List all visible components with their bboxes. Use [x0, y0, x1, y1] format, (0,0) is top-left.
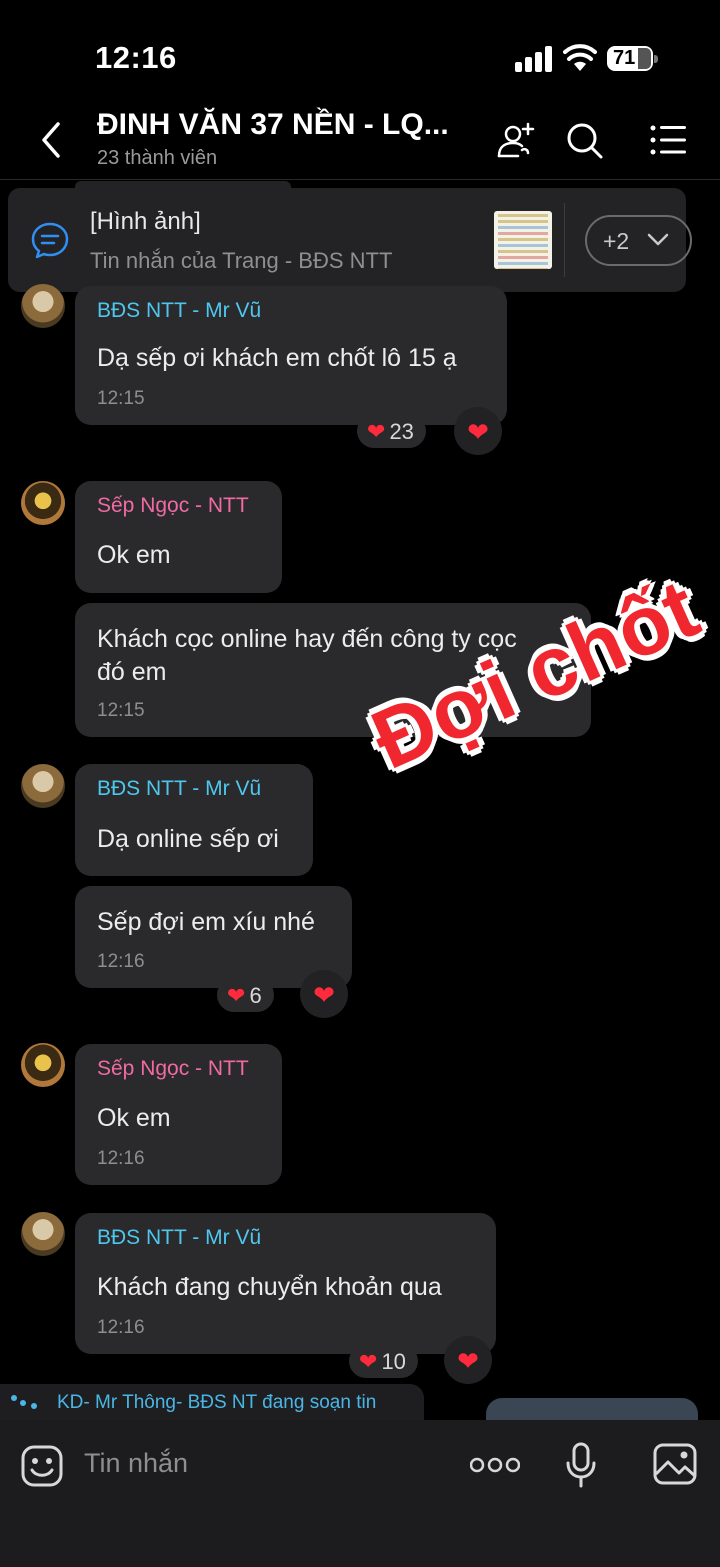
message-time: 12:16 — [97, 951, 145, 972]
sender-name: Sếp Ngọc - NTT — [97, 1057, 249, 1080]
message-bubble[interactable]: BĐS NTT - Mr Vũ Dạ sếp ơi khách em chốt … — [75, 286, 507, 425]
pinned-subtitle: Tin nhắn của Trang - BĐS NTT — [90, 248, 393, 273]
sender-name: Sếp Ngọc - NTT — [97, 494, 249, 517]
typing-dots-icon — [11, 1395, 37, 1409]
message-text: Dạ sếp ơi khách em chốt lô 15 ạ — [97, 344, 457, 372]
reaction-count: 23 — [389, 419, 414, 444]
member-count[interactable]: 23 thành viên — [97, 147, 217, 170]
avatar[interactable] — [21, 284, 65, 328]
pinned-message[interactable]: [Hình ảnh] Tin nhắn của Trang - BĐS NTT … — [8, 188, 692, 292]
sender-name: BĐS NTT - Mr Vũ — [97, 777, 262, 800]
add-member-icon[interactable] — [496, 120, 536, 160]
message-time: 12:16 — [97, 1317, 145, 1338]
message-text: Ok em — [97, 1104, 171, 1132]
emoji-icon[interactable] — [20, 1444, 64, 1488]
image-icon[interactable] — [652, 1442, 698, 1486]
status-time: 12:16 — [95, 40, 177, 75]
message-time: 12:15 — [97, 388, 145, 409]
message-time: 12:15 — [97, 700, 145, 721]
avatar[interactable] — [21, 481, 65, 525]
react-heart-button[interactable]: ❤ — [454, 407, 502, 455]
reaction-count: 10 — [381, 1349, 406, 1374]
status-bar: 12:16 71 — [0, 0, 720, 100]
battery-level: 71 — [613, 47, 636, 69]
message-text-line-1: Khách cọc online hay đến công ty cọc — [97, 625, 517, 653]
back-icon[interactable] — [36, 120, 66, 160]
typing-indicator: KD- Mr Thông- BĐS NT đang soạn tin — [0, 1384, 424, 1420]
reaction-summary[interactable]: ❤ 6 — [217, 978, 274, 1012]
mic-icon[interactable] — [564, 1442, 598, 1488]
signal-icon — [515, 46, 552, 72]
chevron-down-icon — [647, 233, 669, 246]
message-bubble[interactable]: Sếp Ngọc - NTT Ok em 12:16 — [75, 1044, 282, 1185]
pinned-more-label: +2 — [603, 228, 630, 254]
avatar[interactable] — [21, 1043, 65, 1087]
avatar[interactable] — [21, 764, 65, 808]
wifi-icon — [563, 44, 597, 71]
more-icon[interactable] — [470, 1456, 520, 1474]
message-text-line-2: đó em — [97, 658, 167, 686]
chat-bubble-icon — [31, 222, 69, 259]
message-text: Dạ online sếp ơi — [97, 825, 279, 853]
avatar[interactable] — [21, 1212, 65, 1256]
pinned-image-thumbnail[interactable] — [494, 211, 552, 269]
chat-header: ĐINH VĂN 37 NỀN - LQ... 23 thành viên — [0, 100, 720, 180]
message-text: Ok em — [97, 541, 171, 569]
group-title[interactable]: ĐINH VĂN 37 NỀN - LQ... — [97, 108, 449, 142]
pinned-title: [Hình ảnh] — [90, 208, 201, 235]
typing-text: KD- Mr Thông- BĐS NT đang soạn tin — [57, 1392, 377, 1413]
react-heart-button[interactable]: ❤ — [300, 970, 348, 1018]
battery-indicator: 71 — [607, 46, 658, 71]
reaction-summary[interactable]: ❤ 10 — [349, 1344, 418, 1378]
sender-name: BĐS NTT - Mr Vũ — [97, 299, 262, 322]
reaction-count: 6 — [249, 983, 262, 1008]
message-bubble[interactable]: BĐS NTT - Mr Vũ Khách đang chuyển khoản … — [75, 1213, 496, 1354]
heart-icon: ❤ — [367, 419, 386, 444]
message-bubble[interactable]: BĐS NTT - Mr Vũ Dạ online sếp ơi — [75, 764, 313, 876]
message-input[interactable]: Tin nhắn — [84, 1448, 188, 1479]
sender-name: BĐS NTT - Mr Vũ — [97, 1226, 262, 1249]
message-time: 12:16 — [97, 1148, 145, 1169]
message-bubble[interactable]: Sếp Ngọc - NTT Ok em — [75, 481, 282, 593]
pinned-more-button[interactable]: +2 — [585, 215, 692, 266]
message-composer: Tin nhắn — [0, 1420, 720, 1567]
heart-icon: ❤ — [227, 983, 246, 1008]
react-heart-button[interactable]: ❤ — [444, 1336, 492, 1384]
heart-icon: ❤ — [359, 1349, 378, 1374]
reaction-summary[interactable]: ❤ 23 — [357, 414, 426, 448]
message-text: Khách đang chuyển khoản qua — [97, 1273, 442, 1301]
menu-list-icon[interactable] — [648, 120, 688, 160]
search-icon[interactable] — [564, 120, 604, 160]
pinned-divider — [564, 203, 565, 277]
message-text: Sếp đợi em xíu nhé — [97, 908, 315, 936]
